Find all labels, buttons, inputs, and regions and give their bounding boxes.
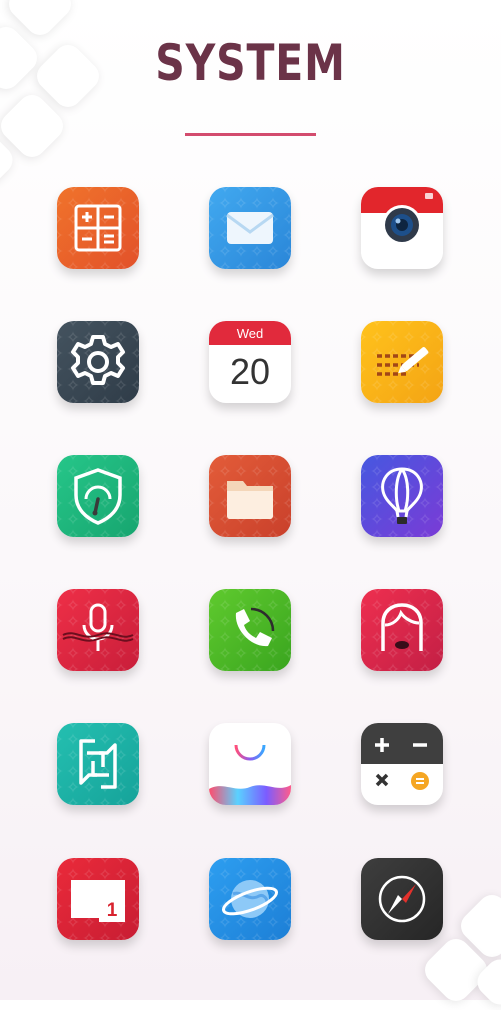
calendar-date: 20 (229, 351, 271, 392)
date-icon[interactable]: 1 (57, 858, 139, 940)
camera-icon[interactable] (361, 187, 443, 269)
phone-icon[interactable] (209, 589, 291, 671)
calendar-icon[interactable]: Wed 20 (209, 321, 291, 403)
files-folder-icon[interactable] (209, 455, 291, 537)
share-transfer-icon[interactable] (57, 723, 139, 805)
compass-icon[interactable] (361, 858, 443, 940)
calculator-dark-icon[interactable] (361, 723, 443, 805)
mail-icon[interactable] (209, 187, 291, 269)
browser-icon[interactable] (209, 858, 291, 940)
contacts-icon[interactable] (361, 589, 443, 671)
calculator-icon[interactable] (57, 187, 139, 269)
notes-icon[interactable] (361, 321, 443, 403)
app-store-icon[interactable] (209, 723, 291, 805)
date-number: 1 (106, 900, 118, 921)
calendar-day: Wed (236, 326, 264, 341)
icon-grid: Wed 20 1 (0, 0, 501, 1000)
security-shield-icon[interactable] (57, 455, 139, 537)
settings-gear-icon[interactable] (57, 321, 139, 403)
voice-recorder-icon[interactable] (57, 589, 139, 671)
hot-air-balloon-icon[interactable] (361, 455, 443, 537)
